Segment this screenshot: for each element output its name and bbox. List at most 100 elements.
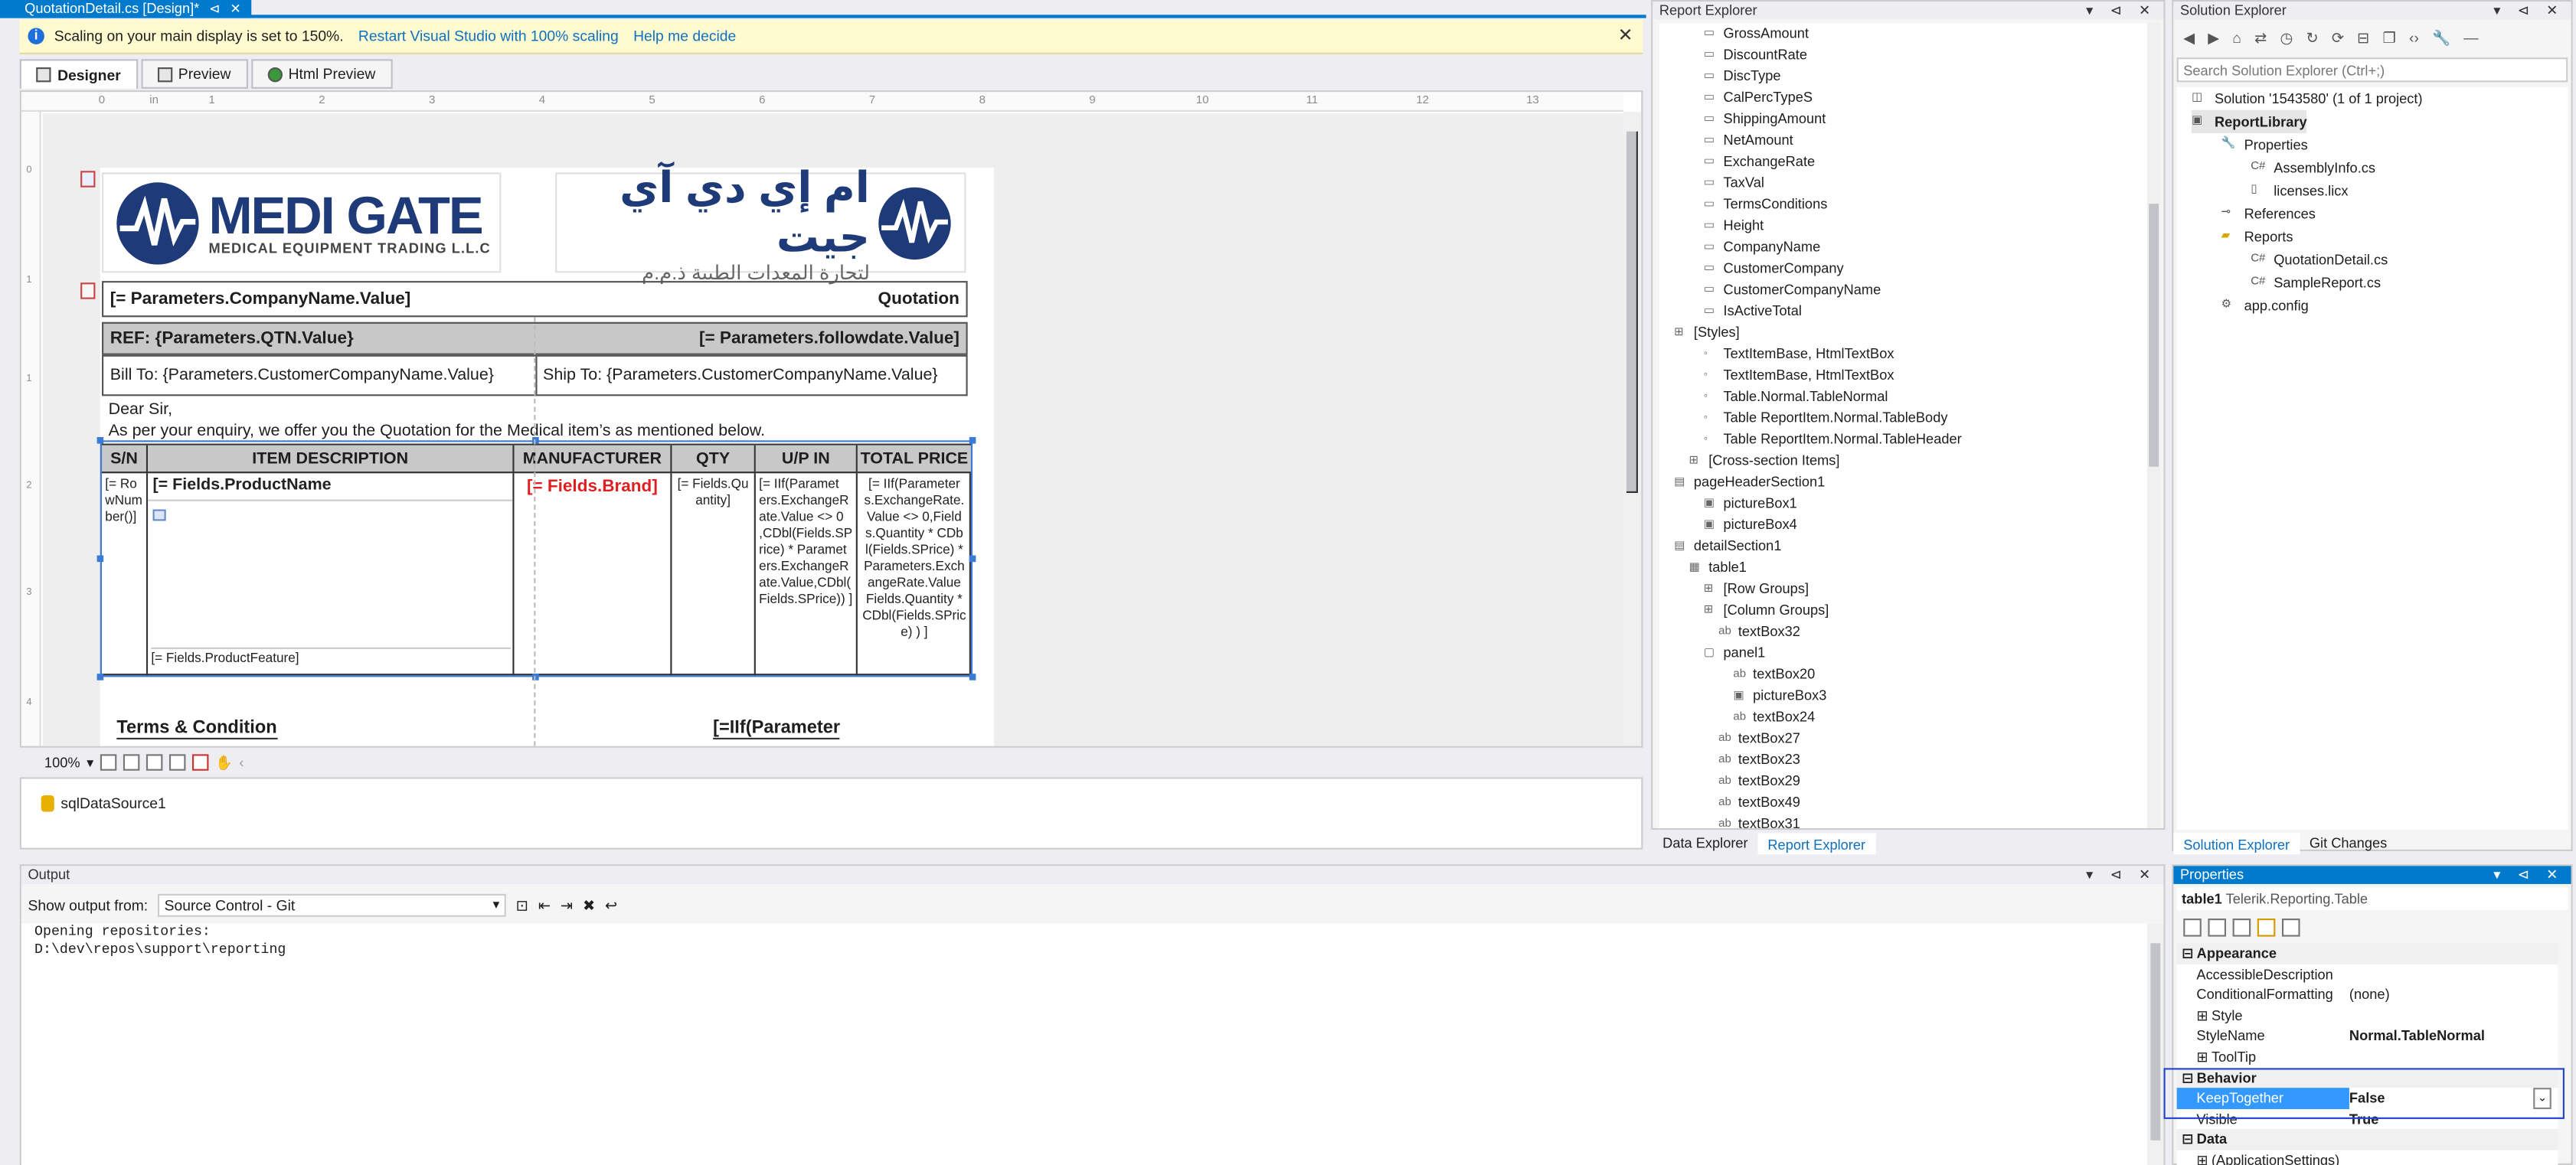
report-explorer-item[interactable]: ▭ TaxVal bbox=[1704, 172, 1764, 194]
grid-toggle-icon[interactable] bbox=[100, 754, 117, 771]
page-header-section-icon[interactable] bbox=[80, 171, 96, 188]
find-message-icon[interactable]: ⊡ bbox=[516, 896, 528, 915]
report-explorer-item[interactable]: ⊞ [Row Groups] bbox=[1704, 579, 1809, 600]
solution-tree-item[interactable]: ⊸ References bbox=[2221, 202, 2316, 225]
property-row[interactable]: ⊞ Style bbox=[2177, 1005, 2558, 1026]
doc-tab-quotationdetail[interactable]: QuotationDetail.cs [Design]* ⊲ ✕ bbox=[0, 0, 251, 18]
sync-icon[interactable]: ↻ bbox=[2306, 29, 2318, 47]
tab-git-changes[interactable]: Git Changes bbox=[2300, 833, 2397, 854]
property-row[interactable]: ⊞ ToolTip bbox=[2177, 1046, 2558, 1067]
property-category[interactable]: ⊟ Appearance bbox=[2176, 943, 2558, 964]
scroll-thumb[interactable] bbox=[2150, 943, 2161, 1141]
code-view-icon[interactable]: ‹› bbox=[2409, 30, 2419, 46]
refresh-icon[interactable]: ⟳ bbox=[2332, 29, 2344, 47]
properties-object-selector[interactable]: table1 Telerik.Reporting.Table bbox=[2176, 887, 2568, 911]
resize-handle[interactable] bbox=[969, 555, 976, 563]
forward-icon[interactable]: ▶ bbox=[2208, 29, 2219, 47]
pin-icon[interactable]: ⊲ bbox=[209, 0, 220, 18]
report-explorer-item[interactable]: ▣ pictureBox3 bbox=[1733, 685, 1826, 707]
resize-handle[interactable] bbox=[96, 674, 104, 680]
report-explorer-item[interactable]: ▭ TermsConditions bbox=[1704, 194, 1828, 215]
report-explorer-item[interactable]: ⊞ [Column Groups] bbox=[1704, 600, 1829, 622]
solution-explorer-search[interactable]: Search Solution Explorer (Ctrl+;) bbox=[2176, 57, 2568, 83]
panel-buttons-icon[interactable]: ▾ ⊲ ✕ bbox=[2086, 2, 2163, 20]
expand-icon[interactable]: ⊞ bbox=[2196, 1152, 2208, 1165]
close-icon[interactable]: ✕ bbox=[230, 0, 240, 18]
tab-solution-explorer[interactable]: Solution Explorer bbox=[2173, 833, 2300, 855]
solution-tree-item[interactable]: ⚙ app.config bbox=[2221, 294, 2309, 317]
property-value[interactable]: (none) bbox=[2349, 984, 2558, 1005]
pan-hand-icon[interactable]: ✋ bbox=[215, 753, 233, 772]
terms-expression[interactable]: [=IIf(Parameter bbox=[713, 718, 841, 740]
tab-data-explorer[interactable]: Data Explorer bbox=[1652, 833, 1757, 854]
greeting-text[interactable]: Dear Sir, As per your enquiry, we offer … bbox=[109, 400, 765, 442]
picturebox1-medigate-logo[interactable]: MEDI GATE MEDICAL EQUIPMENT TRADING L.L.… bbox=[102, 172, 502, 273]
report-explorer-item[interactable]: ⊞ [Styles] bbox=[1674, 322, 1740, 344]
solution-tree-item[interactable]: ▣ ReportLibrary bbox=[2191, 109, 2307, 133]
output-scrollbar[interactable] bbox=[2147, 923, 2164, 1165]
zoom-dropdown-icon[interactable]: ▾ bbox=[87, 753, 93, 772]
categorized-icon[interactable] bbox=[2183, 917, 2202, 936]
property-category[interactable]: ⊟ Data bbox=[2176, 1129, 2558, 1150]
alphabetical-icon[interactable] bbox=[2208, 917, 2227, 936]
infobar-close-icon[interactable]: ✕ bbox=[1618, 24, 1633, 46]
solution-tree-item[interactable]: C# SampleReport.cs bbox=[2251, 271, 2381, 294]
clear-all-icon[interactable]: ✖ bbox=[583, 896, 595, 915]
help-decide-link[interactable]: Help me decide bbox=[633, 28, 736, 44]
report-explorer-item[interactable]: ▭ Height bbox=[1704, 215, 1764, 237]
output-source-select[interactable]: Source Control - Git bbox=[158, 893, 506, 917]
tab-html-preview[interactable]: Html Preview bbox=[250, 59, 392, 89]
dimensions-icon[interactable] bbox=[169, 754, 186, 771]
designer-vertical-scrollbar[interactable] bbox=[1623, 111, 1642, 746]
followdate-textbox[interactable]: [= Parameters.followdate.Value] bbox=[699, 328, 959, 348]
report-explorer-item[interactable]: ⊞ [Cross-section Items] bbox=[1688, 450, 1839, 472]
report-explorer-scrollbar[interactable] bbox=[2147, 23, 2161, 828]
tab-preview[interactable]: Preview bbox=[140, 59, 247, 89]
events-icon[interactable] bbox=[2257, 917, 2276, 936]
panel-buttons-icon[interactable]: ▾ ⊲ ✕ bbox=[2493, 2, 2571, 20]
ref-textbox[interactable]: REF: {Parameters.QTN.Value} bbox=[110, 328, 354, 348]
report-explorer-item[interactable]: ▭ CustomerCompany bbox=[1704, 258, 1844, 279]
tab-designer[interactable]: Designer bbox=[19, 59, 138, 89]
report-explorer-item[interactable]: ▭ CustomerCompanyName bbox=[1704, 279, 1881, 301]
resize-handle[interactable] bbox=[96, 437, 104, 444]
switch-views-icon[interactable]: ⇄ bbox=[2254, 29, 2267, 47]
snap-lines-icon[interactable] bbox=[146, 754, 163, 771]
property-value[interactable] bbox=[2349, 1046, 2558, 1067]
panel-buttons-icon[interactable]: ▾ ⊲ ✕ bbox=[2086, 866, 2163, 884]
report-explorer-item[interactable]: ▭ IsActiveTotal bbox=[1704, 301, 1802, 322]
expand-icon[interactable]: ⊞ bbox=[2196, 1049, 2208, 1065]
scroll-thumb[interactable] bbox=[2149, 204, 2159, 467]
report-explorer-item[interactable]: ab textBox27 bbox=[1718, 728, 1800, 749]
report-explorer-item[interactable]: ▤ pageHeaderSection1 bbox=[1674, 472, 1825, 493]
report-explorer-item[interactable]: ab textBox24 bbox=[1733, 707, 1815, 728]
home-icon[interactable]: ⌂ bbox=[2232, 30, 2241, 46]
panel-buttons-icon[interactable]: ▾ ⊲ ✕ bbox=[2493, 866, 2571, 884]
resize-handle[interactable] bbox=[969, 674, 976, 680]
picturebox4-arabic-logo[interactable]: ام إي دي آي جيت لتجارة المعدات الطبية ذ.… bbox=[555, 162, 966, 283]
report-explorer-item[interactable]: ab textBox31 bbox=[1718, 814, 1800, 828]
report-explorer-item[interactable]: ▣ pictureBox1 bbox=[1704, 493, 1797, 514]
property-row[interactable]: ⊞ (ApplicationSettings) bbox=[2177, 1150, 2558, 1165]
output-text[interactable]: Opening repositories: D:\dev\repos\suppor… bbox=[21, 923, 2151, 1165]
company-name-textbox[interactable]: [= Parameters.CompanyName.Value] bbox=[110, 289, 411, 309]
solution-tree-item[interactable]: C# QuotationDetail.cs bbox=[2251, 248, 2388, 271]
restart-scaling-link[interactable]: Restart Visual Studio with 100% scaling bbox=[358, 28, 619, 44]
report-explorer-item[interactable]: ▢ panel1 bbox=[1704, 642, 1766, 664]
prev-message-icon[interactable]: ⇤ bbox=[538, 896, 551, 915]
bill-to-textbox[interactable]: Bill To: {Parameters.CustomerCompanyName… bbox=[103, 367, 534, 385]
solution-tree-item[interactable]: C# AssemblyInfo.cs bbox=[2251, 156, 2375, 179]
scroll-thumb[interactable] bbox=[1626, 131, 1638, 494]
zoom-level[interactable]: 100% bbox=[44, 754, 80, 770]
report-explorer-item[interactable]: ab textBox23 bbox=[1718, 749, 1800, 771]
text-format-icon[interactable] bbox=[192, 754, 209, 771]
resize-handle[interactable] bbox=[969, 437, 976, 444]
report-explorer-item[interactable]: ▭ NetAmount bbox=[1704, 130, 1793, 152]
properties-view-icon[interactable] bbox=[2232, 917, 2251, 936]
history-icon[interactable]: ◷ bbox=[2280, 29, 2293, 47]
minus-icon[interactable]: — bbox=[2463, 30, 2478, 46]
show-all-files-icon[interactable]: ❐ bbox=[2383, 29, 2396, 47]
property-row[interactable]: StyleName Normal.TableNormal bbox=[2177, 1026, 2558, 1046]
property-value[interactable] bbox=[2349, 1150, 2558, 1165]
expand-icon[interactable]: ⊞ bbox=[2196, 1007, 2208, 1023]
